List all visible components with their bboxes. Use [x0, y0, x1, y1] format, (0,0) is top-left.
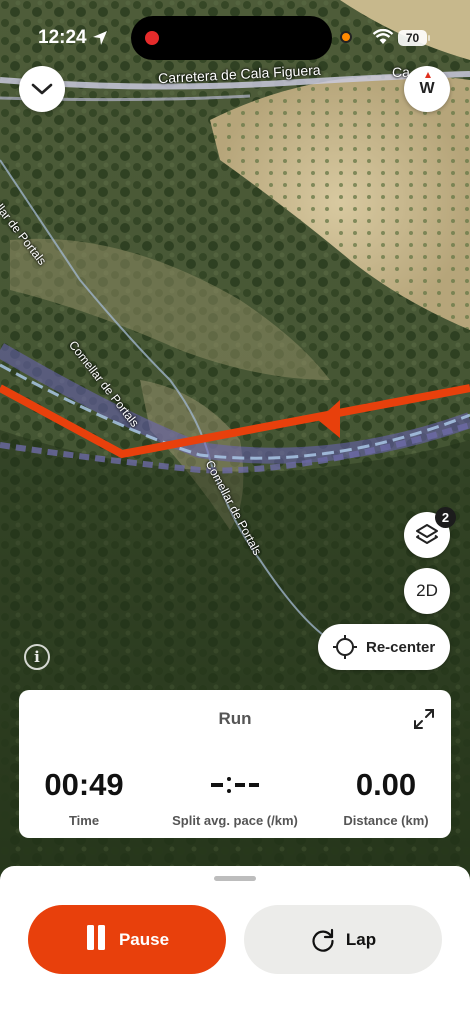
stat-time: 00:49 Time	[29, 766, 139, 828]
record-icon	[145, 31, 159, 45]
bottom-sheet: Pause Lap	[0, 866, 470, 1022]
time-label: Time	[68, 813, 100, 828]
lap-label: Lap	[345, 929, 377, 949]
compass-heading: W	[419, 80, 435, 97]
layers-badge: 2	[435, 507, 456, 528]
lap-icon	[312, 928, 334, 952]
sheet-grabber[interactable]	[214, 876, 256, 881]
layers-icon	[416, 524, 438, 544]
info-icon[interactable]: i	[24, 644, 50, 670]
pause-icon	[85, 924, 107, 955]
distance-label: Distance (km)	[343, 813, 429, 828]
compass-button[interactable]: W	[404, 66, 450, 112]
stat-distance: 0.00 Distance (km)	[331, 766, 441, 828]
chevron-down-icon	[31, 83, 53, 95]
recenter-button[interactable]: Re-center	[318, 624, 450, 670]
location-arrow-icon	[93, 31, 107, 45]
pace-value	[160, 766, 310, 804]
status-time: 12:24	[38, 27, 87, 48]
lap-button[interactable]: Lap	[244, 905, 442, 974]
distance-value: 0.00	[355, 767, 417, 802]
dynamic-island	[131, 16, 332, 60]
battery-indicator: 70	[398, 30, 427, 46]
recenter-label: Re-center	[366, 638, 436, 656]
view-mode-button[interactable]: 2D	[404, 568, 450, 614]
expand-icon[interactable]	[413, 708, 435, 730]
pause-label: Pause	[118, 929, 170, 949]
activity-type: Run	[218, 709, 252, 728]
wifi-icon	[372, 29, 394, 44]
compass-icon	[425, 72, 431, 78]
privacy-indicator	[340, 31, 352, 43]
pause-button[interactable]: Pause	[28, 905, 226, 974]
battery-tip	[428, 35, 430, 41]
stat-pace: Split avg. pace (/km)	[160, 766, 310, 828]
collapse-button[interactable]	[19, 66, 65, 112]
time-value: 00:49	[44, 767, 124, 802]
pace-label: Split avg. pace (/km)	[172, 813, 298, 828]
crosshair-icon	[333, 635, 357, 659]
stats-card: Run 00:49 Time Split avg. pace (/km) 0.0…	[19, 690, 451, 838]
